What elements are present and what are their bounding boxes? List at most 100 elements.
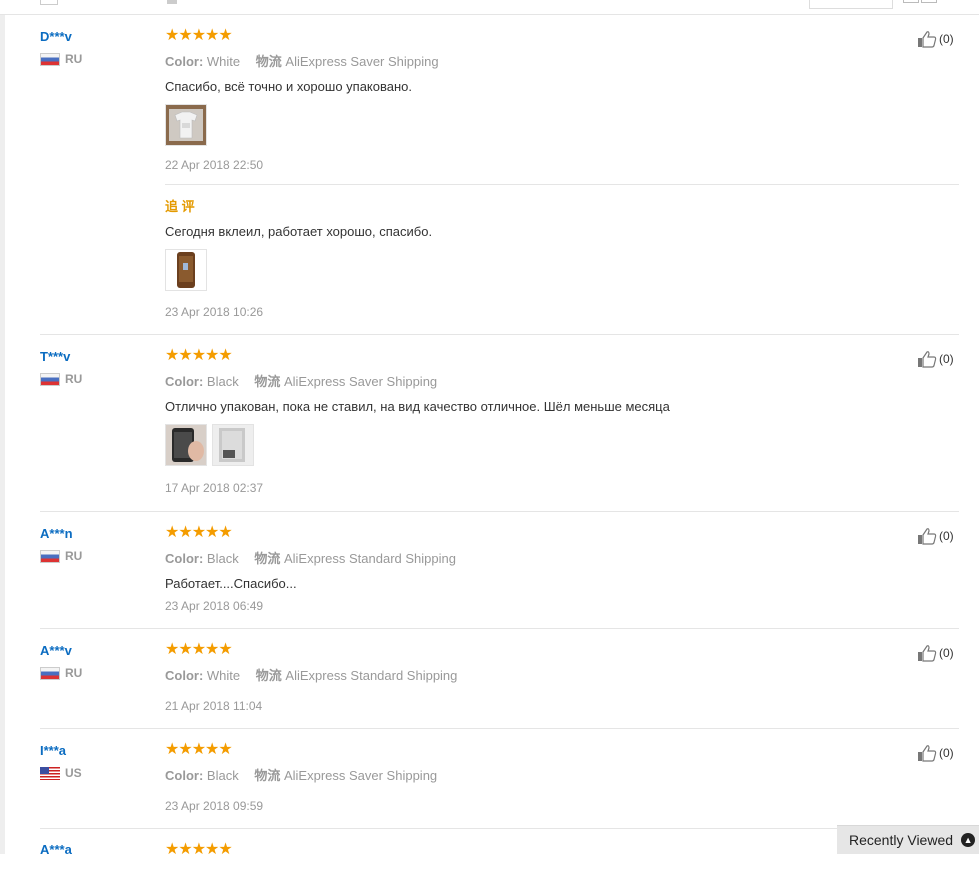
review-photo[interactable] (165, 424, 207, 466)
photo-package-image (213, 425, 253, 465)
recently-viewed-button[interactable]: Recently Viewed ▲ (837, 825, 979, 854)
review-photo[interactable] (165, 104, 207, 146)
reviewer: A***n RU (40, 526, 82, 563)
review-photo[interactable] (212, 424, 254, 466)
reviewer-name[interactable]: A***n (40, 526, 82, 541)
review-date: 21 Apr 2018 11:04 (165, 699, 263, 713)
color-label: Color: (165, 551, 204, 566)
checkbox-stub[interactable] (40, 0, 58, 5)
review-body: ★★★★★ Color: Black 物流 AliExpress Saver S… (165, 348, 670, 495)
color-label: Color: (165, 54, 204, 69)
review-text: Работает....Спасибо... (165, 576, 297, 591)
shipping-value: AliExpress Standard Shipping (285, 668, 458, 683)
shipping-value: AliExpress Saver Shipping (285, 54, 439, 69)
reviewer-name[interactable]: D***v (40, 29, 82, 44)
view-toggle-grid[interactable] (921, 0, 937, 3)
star-rating: ★★★★★ (165, 641, 233, 658)
star-rating: ★★★★★ (165, 741, 233, 758)
reviewer: A***a (40, 842, 72, 857)
review-meta: Color: White 物流 AliExpress Saver Shippin… (165, 51, 439, 70)
helpful-count: (0) (939, 746, 954, 760)
helpful-vote[interactable]: (0) (917, 350, 954, 368)
helpful-vote[interactable]: (0) (917, 527, 954, 545)
helpful-count: (0) (939, 352, 954, 366)
color-value: White (206, 54, 241, 69)
thumbs-up-icon[interactable] (917, 30, 937, 48)
photo-phone-image (166, 250, 206, 290)
color-label: Color: (165, 768, 204, 783)
sort-select[interactable] (809, 0, 893, 9)
reviews-toolbar (0, 0, 979, 15)
color-value: White (206, 668, 241, 683)
flag-us-icon (40, 766, 60, 780)
color-value: Black (206, 551, 239, 566)
flag-ru-icon (40, 666, 60, 680)
review-text: Спасибо, всё точно и хорошо упаковано. (165, 79, 412, 94)
shipping-label: 物流 (254, 768, 281, 783)
review-text: Отлично упакован, пока не ставил, на вид… (165, 399, 670, 414)
star-rating: ★★★★★ (165, 841, 233, 858)
review-meta: Color: White 物流 AliExpress Standard Ship… (165, 665, 457, 684)
review-item: D***v RU ★★★★★ Color: White 物流 AliExpres… (0, 15, 979, 335)
review-photos (165, 104, 439, 146)
thumbs-up-icon[interactable] (917, 527, 937, 545)
followup-date: 23 Apr 2018 10:26 (165, 305, 264, 319)
review-date: 17 Apr 2018 02:37 (165, 481, 264, 495)
country-code: RU (65, 666, 83, 680)
reviewer-name[interactable]: I***a (40, 743, 82, 758)
country-code: RU (65, 52, 83, 66)
followup-photo[interactable] (165, 249, 207, 291)
review-body: ★★★★★ Color: Black 物流 AliExpress Saver S… (165, 741, 438, 814)
reviewer-name[interactable]: T***v (40, 349, 82, 364)
flag-ru-icon (40, 549, 60, 563)
helpful-vote[interactable]: (0) (917, 644, 954, 662)
chevron-up-icon: ▲ (961, 833, 976, 847)
view-toggle-list[interactable] (903, 0, 919, 3)
star-rating: ★★★★★ (165, 347, 233, 364)
helpful-vote[interactable]: (0) (917, 30, 954, 48)
review-body: ★★★★★ Color: White 物流 AliExpress Saver S… (165, 28, 439, 172)
star-rating: ★★★★★ (165, 524, 233, 541)
review-date: 22 Apr 2018 22:50 (165, 158, 264, 172)
reviewer: A***v RU (40, 643, 82, 680)
review-body: ★★★★★ Color: Black 物流 AliExpress Standar… (165, 524, 456, 614)
review-meta: Color: Black 物流 AliExpress Saver Shippin… (165, 371, 670, 390)
reviewer: I***a US (40, 743, 82, 780)
flag-ru-icon (40, 52, 60, 66)
helpful-count: (0) (939, 646, 954, 660)
shipping-value: AliExpress Standard Shipping (283, 551, 456, 566)
followup-body: Сегодня вклеил, работает хорошо, спасибо… (165, 224, 432, 319)
shipping-value: AliExpress Saver Shipping (283, 768, 438, 783)
reviewer-country: RU (40, 549, 82, 563)
followup-text: Сегодня вклеил, работает хорошо, спасибо… (165, 224, 433, 239)
reviewer-country: RU (40, 52, 82, 66)
recently-viewed-label: Recently Viewed (849, 832, 954, 848)
thumbs-up-icon[interactable] (917, 350, 937, 368)
review-item: A***v RU ★★★★★ Color: White 物流 AliExpres… (0, 629, 979, 729)
helpful-vote[interactable]: (0) (917, 744, 954, 762)
thumbs-up-icon[interactable] (917, 644, 937, 662)
review-item: A***n RU ★★★★★ Color: Black 物流 AliExpres… (0, 512, 979, 629)
photo-screen-protector-image (166, 425, 206, 465)
reviewer-name[interactable]: A***a (40, 842, 72, 857)
review-item: T***v RU ★★★★★ Color: Black 物流 AliExpres… (0, 335, 979, 512)
color-label: Color: (165, 374, 204, 389)
followup-photos (165, 249, 432, 291)
shipping-label: 物流 (254, 374, 281, 389)
helpful-count: (0) (939, 32, 954, 46)
reviewer-country: US (40, 766, 82, 780)
thumbs-up-icon[interactable] (917, 744, 937, 762)
country-code: RU (65, 549, 83, 563)
review-meta: Color: Black 物流 AliExpress Standard Ship… (165, 548, 456, 567)
followup-divider (165, 184, 959, 185)
review-item: A***a ★★★★★ (0, 829, 979, 869)
color-value: Black (206, 374, 239, 389)
color-label: Color: (165, 668, 204, 683)
review-body: ★★★★★ (165, 841, 233, 858)
reviewer: D***v RU (40, 29, 82, 66)
shipping-label: 物流 (255, 54, 282, 69)
shipping-label: 物流 (255, 668, 282, 683)
reviewer: T***v RU (40, 349, 82, 386)
review-list: D***v RU ★★★★★ Color: White 物流 AliExpres… (0, 15, 979, 869)
reviewer-name[interactable]: A***v (40, 643, 82, 658)
